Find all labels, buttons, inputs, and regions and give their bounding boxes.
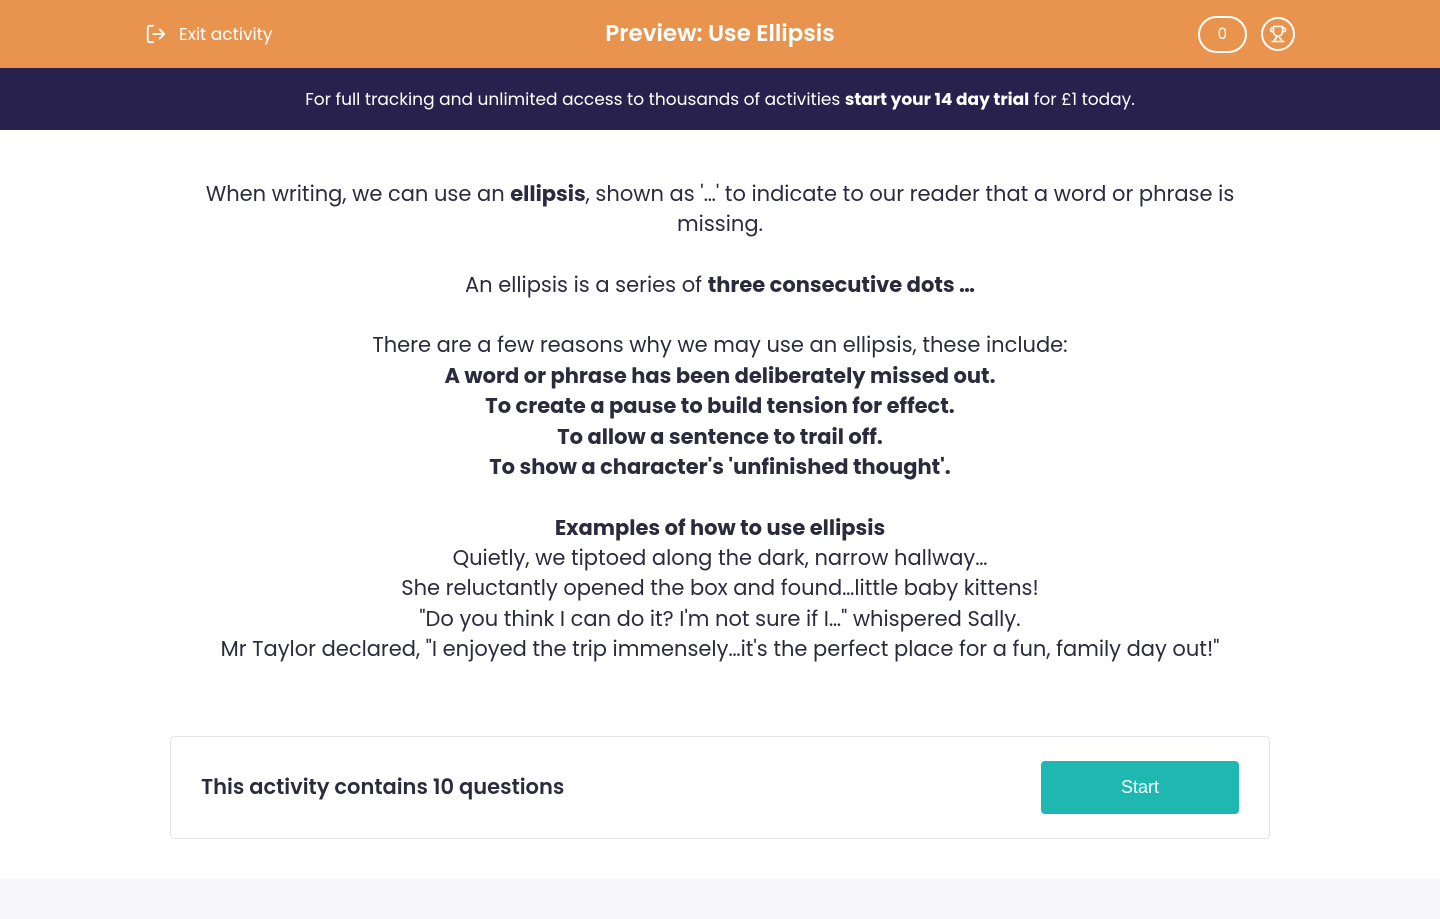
banner-pre-text: For full tracking and unlimited access t… — [305, 87, 845, 111]
examples-heading: Examples of how to use ellipsis — [190, 514, 1250, 544]
p2-bold: three consecutive dots … — [708, 271, 975, 300]
action-bar: This activity contains 10 questions Star… — [170, 736, 1270, 839]
banner-bold-text: start your 14 day trial — [845, 87, 1029, 111]
question-count-text: This activity contains 10 questions — [201, 772, 564, 803]
example-3: "Do you think I can do it? I'm not sure … — [190, 605, 1250, 635]
reasons-intro: There are a few reasons why we may use a… — [190, 331, 1250, 361]
paragraph-1: When writing, we can use an ellipsis, sh… — [190, 180, 1250, 241]
reason-4: To show a character's 'unfinished though… — [190, 453, 1250, 483]
example-1: Quietly, we tiptoed along the dark, narr… — [190, 544, 1250, 574]
example-4: Mr Taylor declared, "I enjoyed the trip … — [190, 635, 1250, 665]
lesson-content: When writing, we can use an ellipsis, sh… — [170, 130, 1270, 736]
start-button[interactable]: Start — [1041, 761, 1239, 814]
reason-3: To allow a sentence to trail off. — [190, 423, 1250, 453]
p1-pre: When writing, we can use an — [206, 180, 511, 209]
header-bar: Exit activity Preview: Use Ellipsis 0 — [0, 0, 1440, 68]
exit-activity-button[interactable]: Exit activity — [145, 21, 272, 47]
reasons-block: There are a few reasons why we may use a… — [190, 331, 1250, 483]
trial-banner[interactable]: For full tracking and unlimited access t… — [0, 68, 1440, 130]
p1-post: , shown as '…' to indicate to our reader… — [586, 180, 1235, 239]
exit-icon — [145, 23, 167, 45]
reason-1: A word or phrase has been deliberately m… — [190, 362, 1250, 392]
examples-block: Examples of how to use ellipsis Quietly,… — [190, 514, 1250, 666]
header-right-group: 0 — [1198, 16, 1295, 53]
banner-post-text: for £1 today. — [1029, 87, 1135, 111]
paragraph-2: An ellipsis is a series of three consecu… — [190, 271, 1250, 301]
example-2: She reluctantly opened the box and found… — [190, 574, 1250, 604]
trophy-button[interactable] — [1261, 17, 1295, 51]
p2-pre: An ellipsis is a series of — [465, 271, 708, 300]
page-title: Preview: Use Ellipsis — [605, 17, 834, 51]
exit-label: Exit activity — [179, 21, 272, 47]
p1-bold: ellipsis — [510, 180, 585, 209]
footer-spacer — [0, 879, 1440, 919]
reason-2: To create a pause to build tension for e… — [190, 392, 1250, 422]
trophy-icon — [1269, 25, 1287, 43]
score-badge: 0 — [1198, 16, 1247, 53]
